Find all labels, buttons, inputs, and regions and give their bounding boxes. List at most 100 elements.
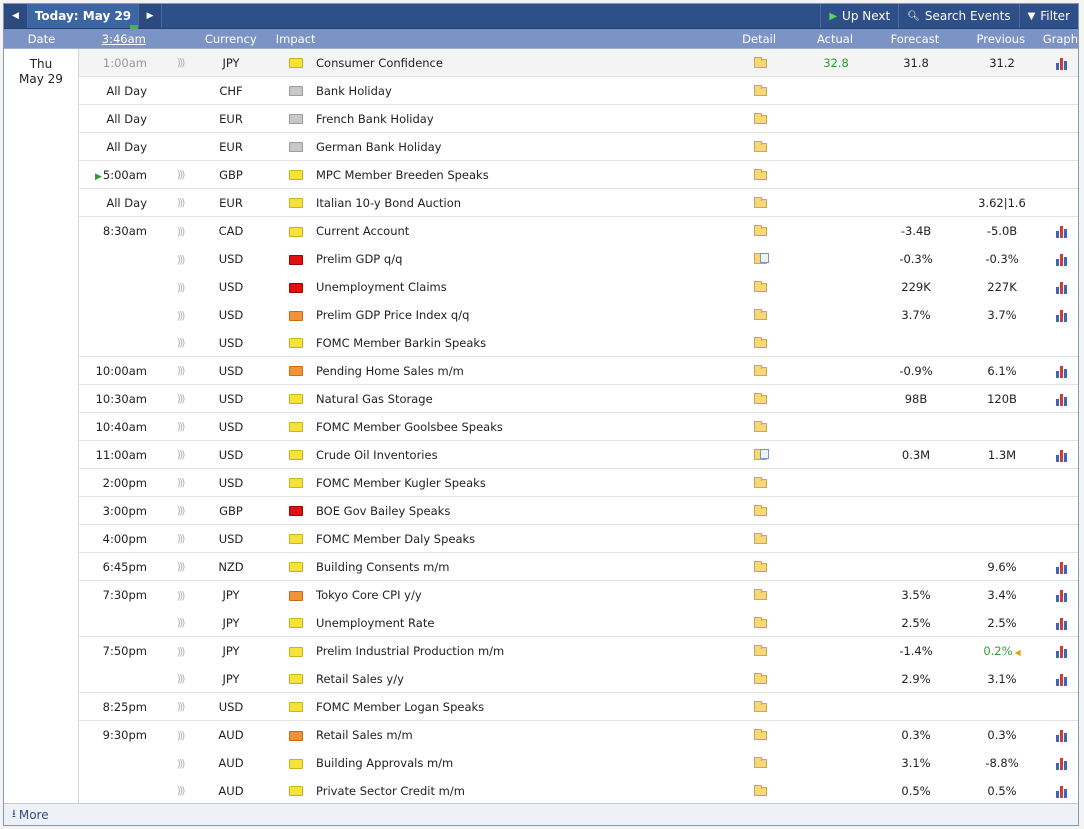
alert-sound-icon[interactable]: ))) [174, 448, 186, 461]
alert-sound-icon[interactable]: ))) [174, 281, 186, 294]
bar-chart-icon[interactable] [1055, 645, 1067, 658]
alert-sound-icon[interactable]: ))) [174, 757, 186, 770]
event-title[interactable]: Crude Oil Inventories [316, 448, 720, 462]
event-row[interactable]: ))) USD Unemployment Claims 229K 227K [79, 273, 1078, 301]
event-title[interactable]: German Bank Holiday [316, 140, 720, 154]
event-row[interactable]: 1:00am))) JPY Consumer Confidence 32.8 31.8 3… [79, 49, 1078, 77]
detail-folder-icon[interactable] [753, 140, 767, 152]
alert-sound-icon[interactable]: ))) [174, 672, 186, 685]
header-time[interactable]: 3:46am [79, 32, 174, 46]
detail-folder-icon[interactable] [753, 532, 767, 544]
detail-folder-icon[interactable] [753, 616, 767, 628]
detail-folder-icon[interactable] [753, 672, 767, 684]
alert-sound-icon[interactable]: ))) [174, 309, 186, 322]
chevron-right-icon[interactable]: ▶ [138, 4, 162, 28]
bar-chart-icon[interactable] [1055, 393, 1067, 406]
event-title[interactable]: Unemployment Claims [316, 280, 720, 294]
detail-folder-icon[interactable] [753, 784, 767, 796]
detail-folder-icon[interactable] [753, 757, 767, 768]
bar-chart-icon[interactable] [1055, 589, 1067, 602]
search-events-button[interactable]: 🔍︎ Search Events [898, 4, 1018, 28]
detail-folder-icon[interactable] [753, 700, 767, 712]
event-title[interactable]: Building Approvals m/m [316, 756, 720, 770]
event-row[interactable]: 8:30am))) CAD Current Account -3.4B -5.0B [79, 217, 1078, 245]
detail-folder-icon[interactable] [753, 364, 767, 376]
bar-chart-icon[interactable] [1055, 785, 1067, 798]
bar-chart-icon[interactable] [1055, 449, 1067, 462]
event-title[interactable]: FOMC Member Daly Speaks [316, 532, 720, 546]
detail-folder-icon[interactable] [753, 504, 767, 516]
alert-sound-icon[interactable]: ))) [174, 56, 186, 69]
detail-folder-icon[interactable] [753, 560, 767, 572]
event-title[interactable]: Retail Sales y/y [316, 672, 720, 686]
event-row[interactable]: 10:00am))) USD Pending Home Sales m/m -0.9%… [79, 357, 1078, 385]
alert-sound-icon[interactable]: ))) [174, 364, 186, 377]
detail-folder-icon[interactable] [753, 309, 767, 320]
event-row[interactable]: All Day CHF Bank Holiday [79, 77, 1078, 105]
bar-chart-icon[interactable] [1055, 561, 1067, 574]
event-title[interactable]: Retail Sales m/m [316, 728, 720, 742]
event-title[interactable]: FOMC Member Barkin Speaks [316, 336, 720, 350]
event-title[interactable]: French Bank Holiday [316, 112, 720, 126]
detail-folder-icon[interactable] [753, 225, 767, 236]
alert-sound-icon[interactable]: ))) [174, 392, 186, 405]
detail-folder-icon[interactable] [753, 589, 767, 600]
alert-sound-icon[interactable]: ))) [174, 729, 186, 742]
bar-chart-icon[interactable] [1055, 673, 1067, 686]
detail-folder-icon[interactable] [753, 729, 767, 740]
event-title[interactable]: BOE Gov Bailey Speaks [316, 504, 720, 518]
alert-sound-icon[interactable]: ))) [174, 616, 186, 629]
alert-sound-icon[interactable]: ))) [174, 336, 186, 349]
alert-sound-icon[interactable]: ))) [174, 700, 186, 713]
event-row[interactable]: All Day EUR German Bank Holiday [79, 133, 1078, 161]
event-title[interactable]: Prelim Industrial Production m/m [316, 644, 720, 658]
bar-chart-icon[interactable] [1055, 281, 1067, 294]
event-title[interactable]: Consumer Confidence [316, 56, 720, 70]
detail-folder-icon[interactable] [753, 476, 767, 488]
detail-document-icon[interactable] [753, 448, 769, 460]
event-row[interactable]: ))) AUD Private Sector Credit m/m 0.5% 0.5% [79, 777, 1078, 805]
bar-chart-icon[interactable] [1055, 365, 1067, 378]
chevron-left-icon[interactable]: ◀ [4, 4, 28, 28]
event-row[interactable]: ))) USD Prelim GDP Price Index q/q 3.7% 3.7% [79, 301, 1078, 329]
event-row[interactable]: 11:00am))) USD Crude Oil Inventories 0.3M 1.… [79, 441, 1078, 469]
event-title[interactable]: FOMC Member Kugler Speaks [316, 476, 720, 490]
event-title[interactable]: MPC Member Breeden Speaks [316, 168, 720, 182]
bar-chart-icon[interactable] [1055, 57, 1067, 70]
detail-folder-icon[interactable] [753, 56, 767, 68]
alert-sound-icon[interactable]: ))) [174, 532, 186, 545]
alert-sound-icon[interactable]: ))) [174, 504, 186, 517]
event-title[interactable]: Unemployment Rate [316, 616, 720, 630]
event-title[interactable]: Pending Home Sales m/m [316, 364, 720, 378]
event-row[interactable]: 9:30pm))) AUD Retail Sales m/m 0.3% 0.3% [79, 721, 1078, 749]
bar-chart-icon[interactable] [1055, 757, 1067, 770]
detail-folder-icon[interactable] [753, 196, 767, 208]
detail-folder-icon[interactable] [753, 420, 767, 432]
bar-chart-icon[interactable] [1055, 253, 1067, 266]
event-row[interactable]: ))) AUD Building Approvals m/m 3.1% -8.8% [79, 749, 1078, 777]
alert-sound-icon[interactable]: ))) [174, 589, 186, 602]
detail-folder-icon[interactable] [753, 645, 767, 656]
detail-folder-icon[interactable] [753, 112, 767, 124]
alert-sound-icon[interactable]: ))) [174, 784, 186, 797]
detail-folder-icon[interactable] [753, 281, 767, 292]
alert-sound-icon[interactable]: ))) [174, 645, 186, 658]
detail-folder-icon[interactable] [753, 84, 767, 96]
event-title[interactable]: FOMC Member Goolsbee Speaks [316, 420, 720, 434]
up-next-button[interactable]: ▶ Up Next [820, 4, 898, 28]
event-row[interactable]: 10:40am))) USD FOMC Member Goolsbee Speaks [79, 413, 1078, 441]
today-button[interactable]: Today: May 29 [28, 4, 138, 29]
alert-sound-icon[interactable]: ))) [174, 168, 186, 181]
event-title[interactable]: Private Sector Credit m/m [316, 784, 720, 798]
event-row[interactable]: All Day EUR French Bank Holiday [79, 105, 1078, 133]
alert-sound-icon[interactable]: ))) [174, 476, 186, 489]
event-row[interactable]: ))) JPY Unemployment Rate 2.5% 2.5% [79, 609, 1078, 637]
alert-sound-icon[interactable]: ))) [174, 420, 186, 433]
event-title[interactable]: Tokyo Core CPI y/y [316, 588, 720, 602]
more-button[interactable]: ⭳ More [4, 803, 1078, 825]
bar-chart-icon[interactable] [1055, 309, 1067, 322]
bar-chart-icon[interactable] [1055, 225, 1067, 238]
bar-chart-icon[interactable] [1055, 729, 1067, 742]
detail-folder-icon[interactable] [753, 168, 767, 180]
event-title[interactable]: Prelim GDP Price Index q/q [316, 308, 720, 322]
